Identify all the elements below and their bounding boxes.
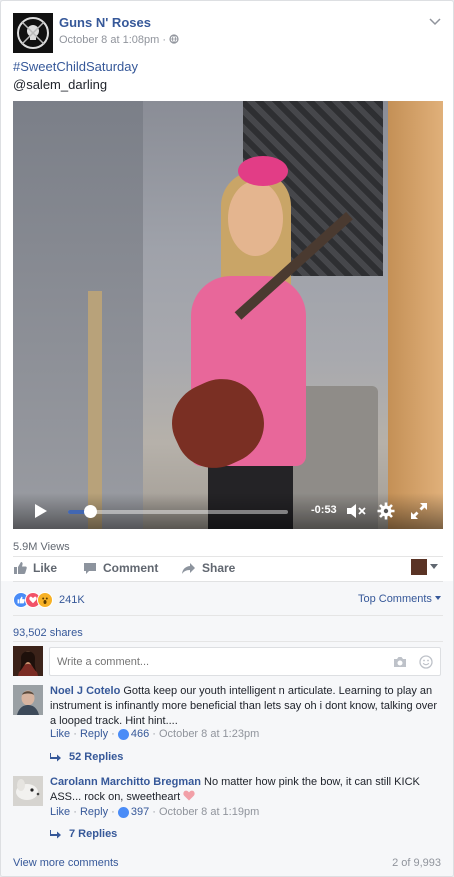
selector-avatar <box>411 559 427 575</box>
comment-icon <box>84 562 96 574</box>
page-avatar[interactable] <box>13 13 53 53</box>
comment-item: Noel J Cotelo Gotta keep our youth intel… <box>13 685 443 765</box>
current-user-avatar <box>13 646 43 676</box>
view-replies-link[interactable]: 52 Replies <box>50 751 123 763</box>
wow-reaction-icon <box>37 592 53 608</box>
commenter-photo <box>13 685 43 715</box>
comment-timestamp[interactable]: October 8 at 1:23pm <box>159 728 259 740</box>
mute-button[interactable] <box>346 503 366 519</box>
comment-like-link[interactable]: Like <box>50 806 70 818</box>
commenter-avatar[interactable] <box>13 776 43 806</box>
comment-box <box>49 647 441 676</box>
comment-like-link[interactable]: Like <box>50 728 70 740</box>
reply-arrow-icon <box>50 829 61 838</box>
globe-icon[interactable] <box>169 34 179 44</box>
divider <box>13 641 443 642</box>
post-actions: Like Comment Share <box>13 557 443 579</box>
reactions-summary[interactable]: 241K <box>13 592 85 608</box>
post-card: Guns N' Roses October 8 at 1:08pm · #Swe… <box>0 0 454 877</box>
volume-muted-icon <box>347 504 366 518</box>
page-name-link[interactable]: Guns N' Roses <box>59 15 151 30</box>
post-as-selector[interactable] <box>411 559 438 575</box>
video-frame-face <box>228 181 283 256</box>
video-frame-door <box>388 101 443 529</box>
comment-timestamp[interactable]: October 8 at 1:19pm <box>159 806 259 818</box>
heart-emoji-icon <box>183 790 195 801</box>
comment-input[interactable] <box>50 648 380 675</box>
hashtag-link[interactable]: #SweetChildSaturday <box>13 59 138 74</box>
share-label: Share <box>202 561 236 575</box>
comment-meta: Like · Reply · 397 · October 8 at 1:19pm <box>50 806 260 818</box>
comment-author-link[interactable]: Noel J Cotelo <box>50 685 120 697</box>
chevron-down-icon[interactable] <box>427 13 443 29</box>
gear-icon <box>377 502 395 520</box>
thumbs-up-icon <box>14 562 27 574</box>
comment-author-link[interactable]: Carolann Marchitto Bregman <box>50 776 201 788</box>
caret-down-icon <box>435 596 441 600</box>
comments-pager: 2 of 9,993 <box>392 857 441 869</box>
play-icon <box>35 504 47 518</box>
comment-meta: Like · Reply · 466 · October 8 at 1:23pm <box>50 728 260 740</box>
video-frame-wall <box>13 101 143 529</box>
replies-count: 7 Replies <box>69 828 118 840</box>
gnr-logo-icon <box>17 17 49 49</box>
post-header: Guns N' Roses October 8 at 1:08pm · <box>13 13 443 53</box>
fullscreen-icon <box>411 503 427 519</box>
video-scrubber-handle[interactable] <box>84 505 97 518</box>
emoji-icon[interactable] <box>419 655 433 669</box>
like-button[interactable]: Like <box>13 561 57 575</box>
meta-separator: · <box>162 34 167 46</box>
post-text: #SweetChildSaturday @salem_darling <box>13 58 138 94</box>
share-button[interactable]: Share <box>181 561 235 575</box>
settings-button[interactable] <box>377 502 395 520</box>
reactions-count: 241K <box>59 594 85 606</box>
top-comments-sort[interactable]: Top Comments <box>358 593 441 605</box>
comment-label: Comment <box>103 561 159 575</box>
video-controls: -0:53 <box>13 493 443 529</box>
play-button[interactable] <box>33 502 49 520</box>
user-photo <box>13 646 43 676</box>
comment-item: Carolann Marchitto Bregman No matter how… <box>13 776 443 846</box>
divider <box>13 581 443 582</box>
comment-body: Carolann Marchitto Bregman No matter how… <box>50 775 440 805</box>
video-player[interactable]: -0:53 <box>13 101 443 529</box>
share-count[interactable]: 93,502 shares <box>13 627 83 639</box>
view-more-comments-link[interactable]: View more comments <box>13 857 119 869</box>
commenter-photo <box>13 776 43 806</box>
comment-like-count[interactable]: 397 <box>131 806 149 818</box>
comment-button[interactable]: Comment <box>83 561 158 575</box>
fullscreen-button[interactable] <box>410 502 428 520</box>
like-label: Like <box>33 561 58 575</box>
video-time-remaining: -0:53 <box>311 504 337 516</box>
comment-like-count[interactable]: 466 <box>131 728 149 740</box>
post-timestamp[interactable]: October 8 at 1:08pm <box>59 34 159 46</box>
view-count: 5.9M Views <box>13 541 70 553</box>
view-replies-link[interactable]: 7 Replies <box>50 828 117 840</box>
video-frame-bow <box>238 156 288 186</box>
caret-down-icon <box>430 564 438 569</box>
share-arrow-icon <box>182 562 195 574</box>
mention-text: @salem_darling <box>13 77 108 92</box>
commenter-avatar[interactable] <box>13 685 43 715</box>
camera-icon[interactable] <box>393 656 407 668</box>
like-count-icon <box>117 806 129 818</box>
comment-reply-link[interactable]: Reply <box>80 728 108 740</box>
replies-count: 52 Replies <box>69 751 124 763</box>
like-count-icon <box>117 728 129 740</box>
reply-arrow-icon <box>50 752 61 761</box>
post-meta: October 8 at 1:08pm · <box>59 34 179 46</box>
top-comments-label: Top Comments <box>357 593 432 605</box>
video-progress-track[interactable] <box>68 510 288 514</box>
comment-body: Noel J Cotelo Gotta keep our youth intel… <box>50 684 440 729</box>
divider <box>13 615 443 616</box>
comment-reply-link[interactable]: Reply <box>80 806 108 818</box>
